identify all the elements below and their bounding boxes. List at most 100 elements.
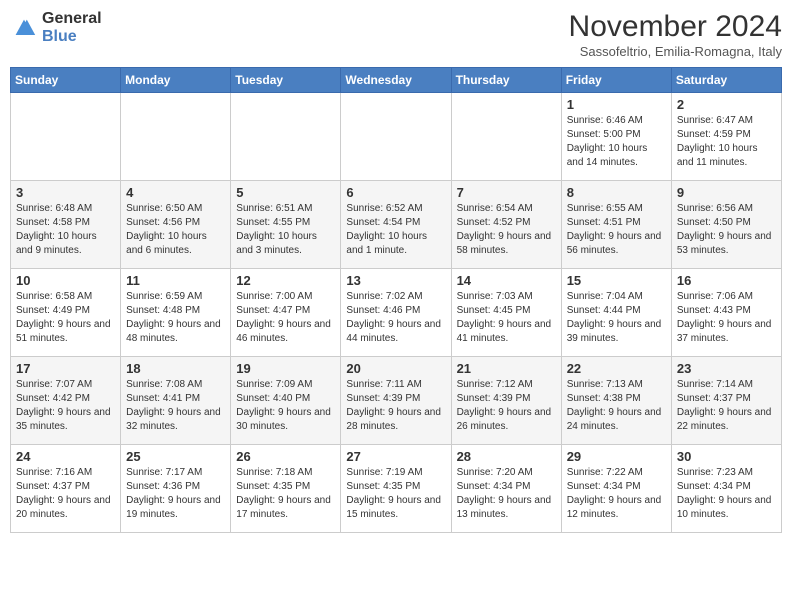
calendar-cell [11,93,121,181]
day-number: 30 [677,449,776,464]
calendar-cell: 12Sunrise: 7:00 AM Sunset: 4:47 PM Dayli… [231,269,341,357]
calendar-cell: 16 Sunrise: 7:06 AM Sunset: 4:43 PM Dayli… [671,269,781,357]
calendar-cell [121,93,231,181]
calendar-week-row: 3Sunrise: 6:48 AM Sunset: 4:58 PM Daylig… [11,181,782,269]
calendar-cell: 17Sunrise: 7:07 AM Sunset: 4:42 PM Dayli… [11,357,121,445]
month-title: November 2024 [569,10,782,44]
calendar-cell: 23 Sunrise: 7:14 AM Sunset: 4:37 PM Dayli… [671,357,781,445]
calendar-cell: 2 Sunrise: 6:47 AM Sunset: 4:59 PM Daylig… [671,93,781,181]
day-info: Sunrise: 7:16 AM Sunset: 4:37 PM Dayligh… [16,466,115,522]
calendar-cell: 5Sunrise: 6:51 AM Sunset: 4:55 PM Daylig… [231,181,341,269]
day-info: Sunrise: 7:08 AM Sunset: 4:41 PM Dayligh… [126,378,225,434]
day-info: Sunrise: 7:14 AM Sunset: 4:37 PM Dayligh… [677,378,776,434]
day-number: 17 [16,361,115,376]
page-header: General Blue November 2024 Sassofeltrio,… [10,10,782,59]
day-info: Sunrise: 6:54 AM Sunset: 4:52 PM Dayligh… [457,202,556,258]
calendar-cell: 18 Sunrise: 7:08 AM Sunset: 4:41 PM Dayli… [121,357,231,445]
day-info: Sunrise: 7:06 AM Sunset: 4:43 PM Dayligh… [677,290,776,346]
calendar-cell: 24 Sunrise: 7:16 AM Sunset: 4:37 PM Dayli… [11,445,121,533]
day-info: Sunrise: 7:12 AM Sunset: 4:39 PM Dayligh… [457,378,556,434]
day-info: Sunrise: 7:17 AM Sunset: 4:36 PM Dayligh… [126,466,225,522]
day-number: 8 [567,185,666,200]
day-info: Sunrise: 7:13 AM Sunset: 4:38 PM Dayligh… [567,378,666,434]
calendar-cell: 13 Sunrise: 7:02 AM Sunset: 4:46 PM Dayli… [341,269,451,357]
calendar-cell [231,93,341,181]
calendar-cell: 11Sunrise: 6:59 AM Sunset: 4:48 PM Dayli… [121,269,231,357]
day-info: Sunrise: 6:52 AM Sunset: 4:54 PM Dayligh… [346,202,445,258]
day-info: Sunrise: 7:20 AM Sunset: 4:34 PM Dayligh… [457,466,556,522]
day-info: Sunrise: 7:04 AM Sunset: 4:44 PM Dayligh… [567,290,666,346]
day-number: 14 [457,273,556,288]
calendar-cell: 14Sunrise: 7:03 AM Sunset: 4:45 PM Dayli… [451,269,561,357]
day-info: Sunrise: 6:47 AM Sunset: 4:59 PM Dayligh… [677,114,776,170]
day-number: 1 [567,97,666,112]
weekday-header: Monday [121,68,231,93]
day-info: Sunrise: 7:19 AM Sunset: 4:35 PM Dayligh… [346,466,445,522]
calendar-cell: 28 Sunrise: 7:20 AM Sunset: 4:34 PM Dayli… [451,445,561,533]
calendar-cell: 20 Sunrise: 7:11 AM Sunset: 4:39 PM Dayli… [341,357,451,445]
logo-icon [10,14,38,42]
day-number: 18 [126,361,225,376]
weekday-header: Thursday [451,68,561,93]
day-info: Sunrise: 6:59 AM Sunset: 4:48 PM Dayligh… [126,290,225,346]
day-number: 25 [126,449,225,464]
day-info: Sunrise: 7:18 AM Sunset: 4:35 PM Dayligh… [236,466,335,522]
calendar-cell: 6 Sunrise: 6:52 AM Sunset: 4:54 PM Daylig… [341,181,451,269]
day-number: 28 [457,449,556,464]
calendar-table: SundayMondayTuesdayWednesdayThursdayFrid… [10,67,782,533]
calendar-cell: 30 Sunrise: 7:23 AM Sunset: 4:34 PM Dayli… [671,445,781,533]
day-number: 27 [346,449,445,464]
day-info: Sunrise: 7:09 AM Sunset: 4:40 PM Dayligh… [236,378,335,434]
day-info: Sunrise: 7:00 AM Sunset: 4:47 PM Dayligh… [236,290,335,346]
day-number: 20 [346,361,445,376]
logo: General Blue [10,10,102,46]
day-number: 19 [236,361,335,376]
calendar-cell: 15 Sunrise: 7:04 AM Sunset: 4:44 PM Dayli… [561,269,671,357]
calendar-cell: 1 Sunrise: 6:46 AM Sunset: 5:00 PM Daylig… [561,93,671,181]
weekday-header: Wednesday [341,68,451,93]
day-info: Sunrise: 7:23 AM Sunset: 4:34 PM Dayligh… [677,466,776,522]
day-number: 26 [236,449,335,464]
day-number: 3 [16,185,115,200]
day-info: Sunrise: 7:11 AM Sunset: 4:39 PM Dayligh… [346,378,445,434]
weekday-header: Sunday [11,68,121,93]
day-number: 10 [16,273,115,288]
calendar-cell: 4Sunrise: 6:50 AM Sunset: 4:56 PM Daylig… [121,181,231,269]
day-info: Sunrise: 7:02 AM Sunset: 4:46 PM Dayligh… [346,290,445,346]
day-number: 7 [457,185,556,200]
calendar-cell: 8 Sunrise: 6:55 AM Sunset: 4:51 PM Daylig… [561,181,671,269]
calendar-cell: 26 Sunrise: 7:18 AM Sunset: 4:35 PM Dayli… [231,445,341,533]
calendar-cell: 10Sunrise: 6:58 AM Sunset: 4:49 PM Dayli… [11,269,121,357]
day-info: Sunrise: 6:55 AM Sunset: 4:51 PM Dayligh… [567,202,666,258]
calendar-cell: 21Sunrise: 7:12 AM Sunset: 4:39 PM Dayli… [451,357,561,445]
calendar-week-row: 24 Sunrise: 7:16 AM Sunset: 4:37 PM Dayli… [11,445,782,533]
day-number: 6 [346,185,445,200]
calendar-week-row: 17Sunrise: 7:07 AM Sunset: 4:42 PM Dayli… [11,357,782,445]
weekday-header: Friday [561,68,671,93]
day-info: Sunrise: 6:46 AM Sunset: 5:00 PM Dayligh… [567,114,666,170]
day-info: Sunrise: 6:50 AM Sunset: 4:56 PM Dayligh… [126,202,225,258]
calendar-cell: 27 Sunrise: 7:19 AM Sunset: 4:35 PM Dayli… [341,445,451,533]
title-block: November 2024 Sassofeltrio, Emilia-Romag… [569,10,782,59]
day-info: Sunrise: 6:56 AM Sunset: 4:50 PM Dayligh… [677,202,776,258]
day-number: 2 [677,97,776,112]
calendar-cell: 3Sunrise: 6:48 AM Sunset: 4:58 PM Daylig… [11,181,121,269]
calendar-cell: 19 Sunrise: 7:09 AM Sunset: 4:40 PM Dayli… [231,357,341,445]
day-number: 13 [346,273,445,288]
day-number: 23 [677,361,776,376]
calendar-week-row: 1 Sunrise: 6:46 AM Sunset: 5:00 PM Daylig… [11,93,782,181]
day-info: Sunrise: 7:22 AM Sunset: 4:34 PM Dayligh… [567,466,666,522]
day-number: 15 [567,273,666,288]
calendar-cell: 22 Sunrise: 7:13 AM Sunset: 4:38 PM Dayli… [561,357,671,445]
calendar-week-row: 10Sunrise: 6:58 AM Sunset: 4:49 PM Dayli… [11,269,782,357]
calendar-cell: 25 Sunrise: 7:17 AM Sunset: 4:36 PM Dayli… [121,445,231,533]
calendar-cell: 29 Sunrise: 7:22 AM Sunset: 4:34 PM Dayli… [561,445,671,533]
day-number: 24 [16,449,115,464]
day-number: 29 [567,449,666,464]
day-number: 16 [677,273,776,288]
day-info: Sunrise: 6:51 AM Sunset: 4:55 PM Dayligh… [236,202,335,258]
day-number: 22 [567,361,666,376]
weekday-header: Tuesday [231,68,341,93]
day-number: 9 [677,185,776,200]
calendar-cell [341,93,451,181]
